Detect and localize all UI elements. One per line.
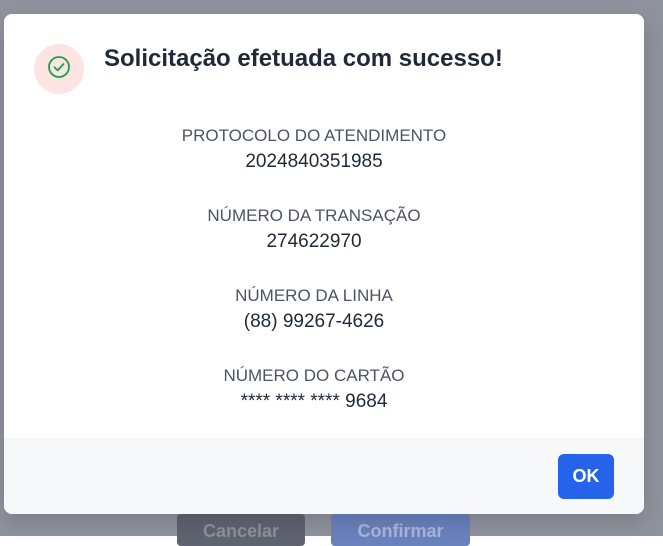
background-cancel-button: Cancelar xyxy=(177,514,305,546)
check-circle-icon xyxy=(47,55,71,84)
background-confirm-button: Confirmar xyxy=(331,514,470,546)
background-action-bar: Cancelar Confirmar xyxy=(0,514,663,546)
success-icon-container xyxy=(34,44,84,94)
protocol-info: PROTOCOLO DO ATENDIMENTO 2024840351985 xyxy=(4,124,624,204)
line-value: (88) 99267-4626 xyxy=(243,311,385,332)
card-label: NÚMERO DO CARTÃO xyxy=(223,366,405,385)
transaction-info: NÚMERO DA TRANSAÇÃO 274622970 xyxy=(4,204,624,284)
ok-button[interactable]: OK xyxy=(558,454,614,499)
dialog-footer: OK xyxy=(4,438,644,514)
card-info: NÚMERO DO CARTÃO **** **** **** 9684 xyxy=(4,364,624,444)
dialog-title: Solicitação efetuada com sucesso! xyxy=(104,45,503,72)
protocol-value: 2024840351985 xyxy=(245,151,383,172)
protocol-label: PROTOCOLO DO ATENDIMENTO xyxy=(181,126,447,145)
transaction-label: NÚMERO DA TRANSAÇÃO xyxy=(207,206,421,225)
transaction-value: 274622970 xyxy=(266,231,362,252)
dialog-body: Solicitação efetuada com sucesso! PROTOC… xyxy=(4,14,644,438)
success-dialog: Solicitação efetuada com sucesso! PROTOC… xyxy=(4,14,644,514)
transaction-details: PROTOCOLO DO ATENDIMENTO 2024840351985 N… xyxy=(4,124,624,444)
line-info: NÚMERO DA LINHA (88) 99267-4626 xyxy=(4,284,624,364)
card-value: **** **** **** 9684 xyxy=(240,391,388,412)
line-label: NÚMERO DA LINHA xyxy=(235,286,393,305)
